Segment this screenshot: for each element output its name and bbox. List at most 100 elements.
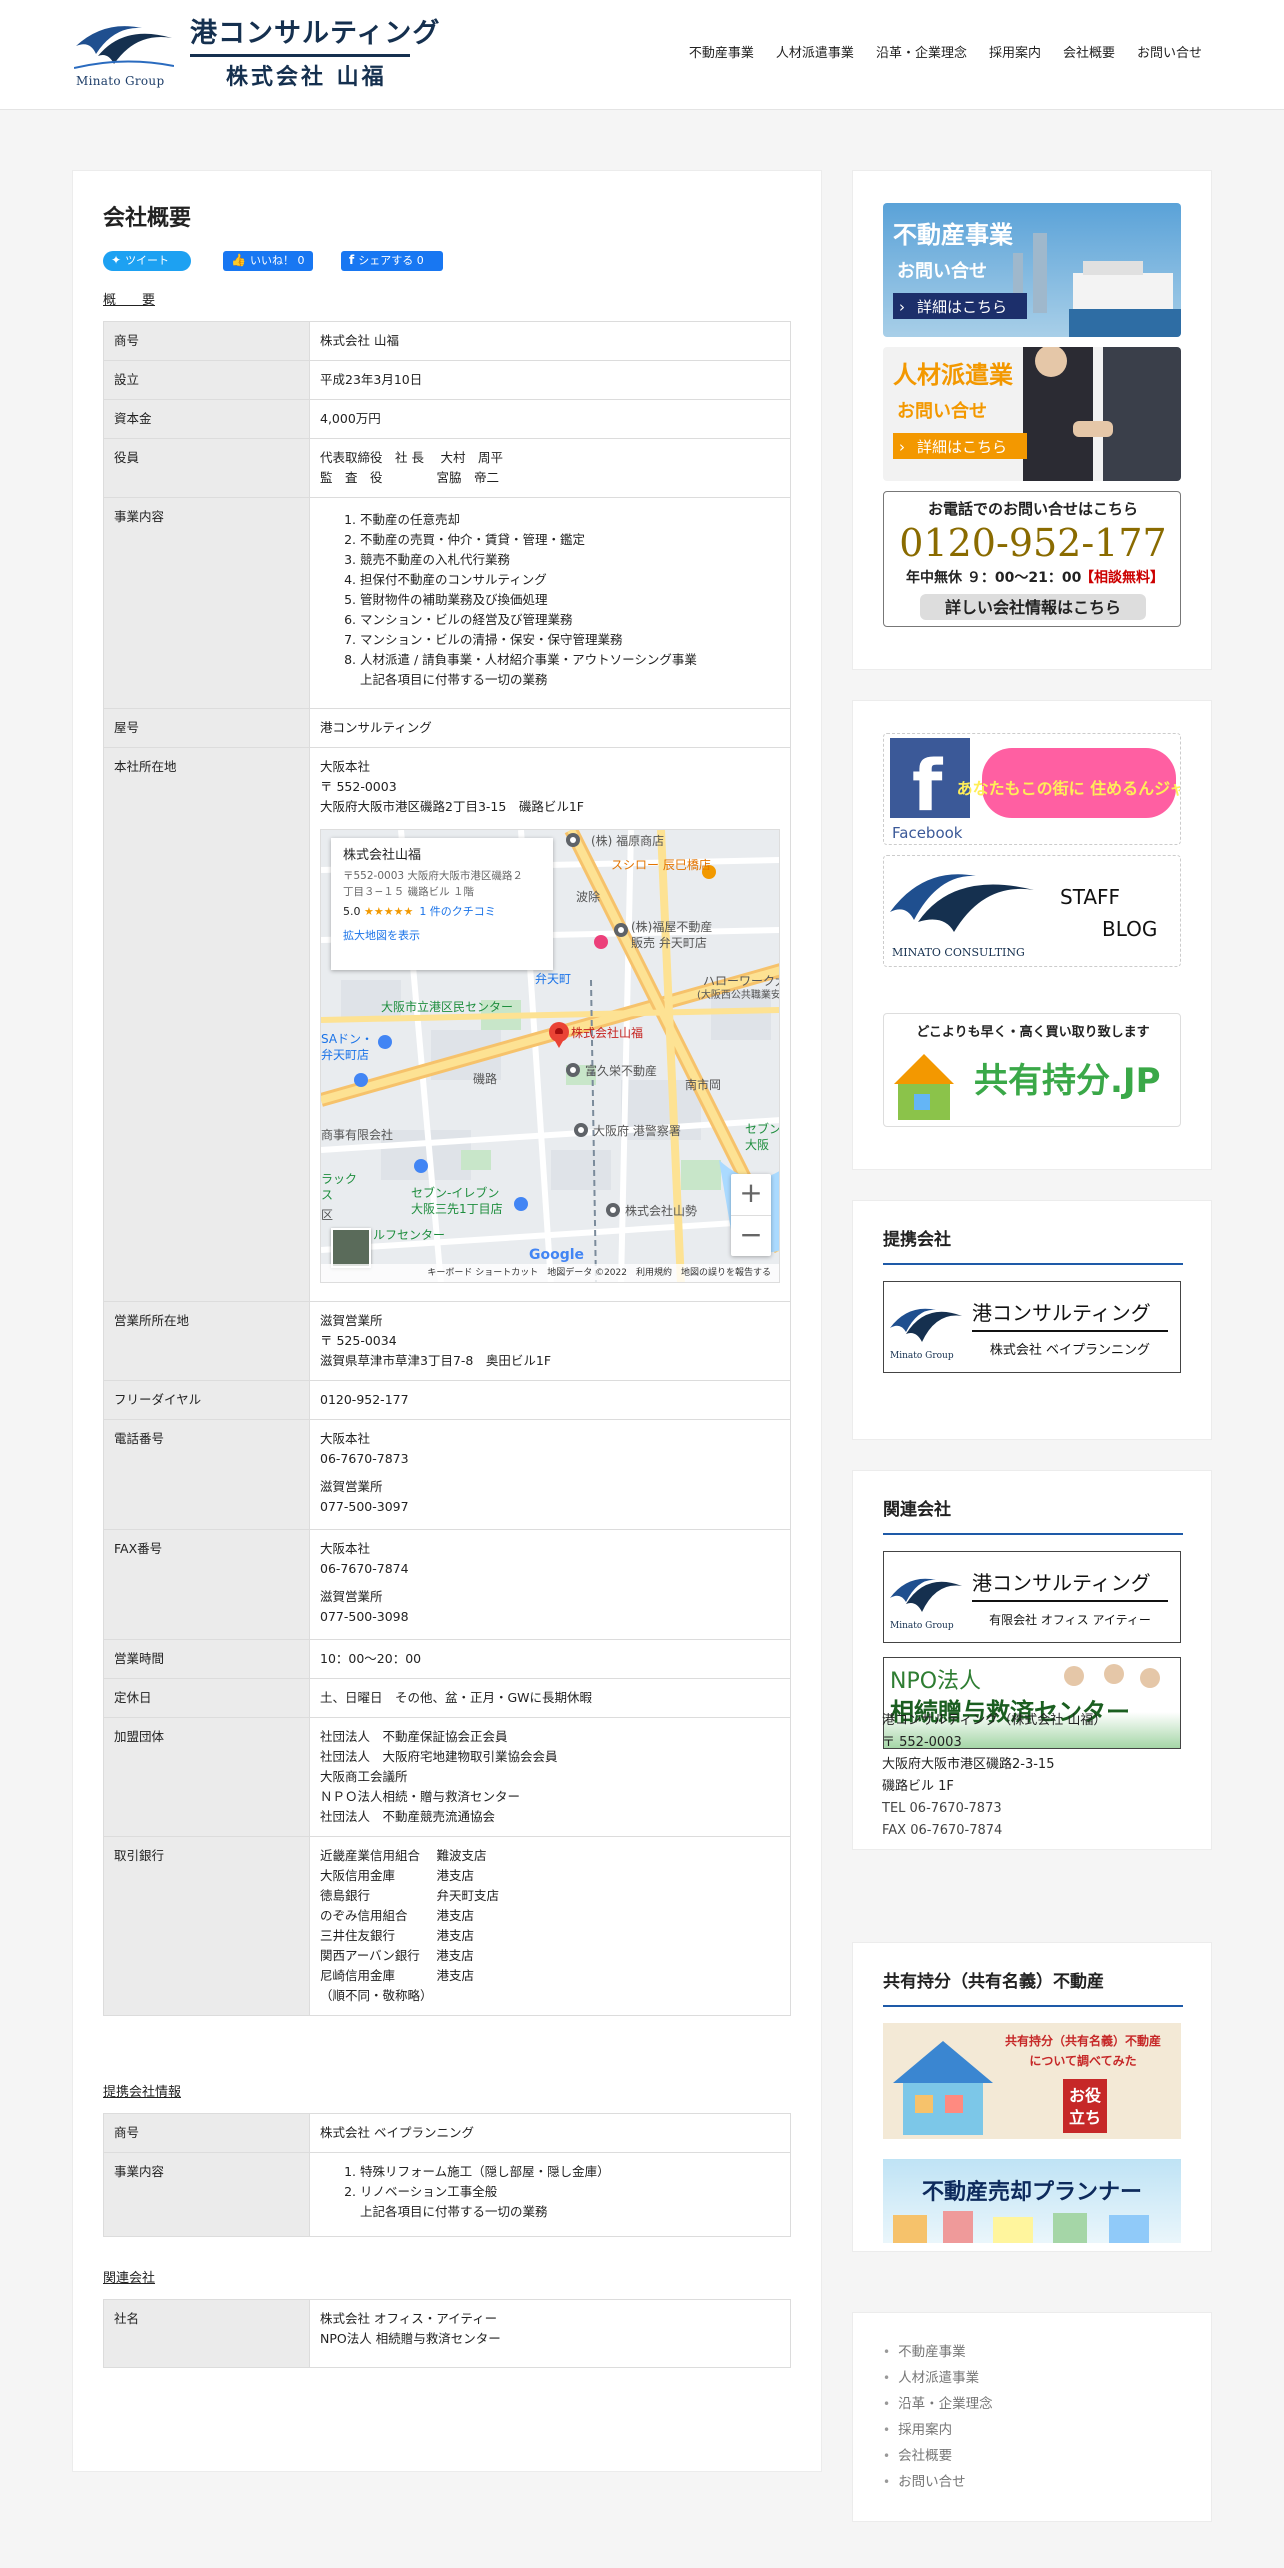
table-row: 営業時間 10：00～20：00	[103, 1639, 791, 1679]
site-header: Minato Group 港コンサルティング 株式会社 山福 不動産事業 人材派…	[0, 0, 1284, 110]
address-line: 磯路ビル 1F	[882, 1779, 954, 1794]
nav-fudosan[interactable]: 不動産事業	[689, 44, 754, 65]
org-line: 社団法人 大阪府宅地建物取引業協会会員	[320, 1749, 558, 1764]
facebook-banner[interactable]: f Facebook あなたもこの街に 住めるんジャー	[883, 733, 1181, 845]
company-line: 株式会社 オフィス・アイティー	[320, 2311, 498, 2326]
tweet-button[interactable]: ✦ ツイート	[103, 251, 191, 271]
section-related-title[interactable]: 関連会社	[103, 2269, 155, 2290]
row-value: 株式会社 オフィス・アイティー NPO法人 相続贈与救済センター	[309, 2299, 791, 2368]
reviews-link[interactable]: 1 件のクチコミ	[419, 905, 496, 918]
menu-item-gaiyo[interactable]: 会社概要	[883, 2443, 993, 2469]
row-label: FAX番号	[103, 1529, 310, 1640]
fax-number: 06-7670-7874	[320, 1561, 409, 1576]
row-label: 資本金	[103, 399, 310, 439]
menu-item-enkaku[interactable]: 沿革・企業理念	[883, 2391, 993, 2417]
map-label: 大阪府 港警察署	[593, 1124, 681, 1138]
nav-saiyo[interactable]: 採用案内	[989, 44, 1041, 65]
jinzai-banner[interactable]: 人材派遣業 お問い合せ › 詳細はこちら	[883, 347, 1181, 481]
phone-hours: 年中無休 ９：00～21：00	[906, 569, 1082, 586]
row-value: 特殊リフォーム施工（隠し部屋・隠し金庫） リノベーション工事全般 上記各項目に付…	[309, 2152, 791, 2237]
list-item: 担保付不動産のコンサルティング	[360, 570, 780, 590]
place-address: 丁目３−１５ 磯路ビル １階	[343, 886, 474, 898]
nav-contact[interactable]: お問い合せ	[1137, 44, 1202, 65]
kyoyu-jp-banner[interactable]: どこよりも早く・高く買い取り致します 共有持分.JP	[883, 1013, 1181, 1127]
like-label: いいね！ 0	[249, 254, 305, 268]
section-partner-title[interactable]: 提携会社情報	[103, 2083, 181, 2104]
map-label: 大阪市立港区民センター	[381, 1000, 514, 1014]
table-row: 加盟団体 社団法人 不動産保証協会正会員 社団法人 大阪府宅地建物取引業協会会員…	[103, 1717, 791, 1837]
address-line: 〒 525-0034	[320, 1333, 397, 1348]
bayplanning-logo[interactable]: Minato Group 港コンサルティング 株式会社 ベイプランニング	[883, 1281, 1181, 1373]
phone-number: 077-500-3097	[320, 1499, 409, 1514]
page-title: 会社概要	[103, 206, 192, 231]
contact-banners-widget: 不動産事業 お問い合せ › 詳細はこちら 人材派遣業 お問い合せ › 詳細はこち…	[852, 170, 1212, 670]
row-value: 大阪本社 〒 552-0003 大阪府大阪市港区磯路2丁目3-15 磯路ビル1F	[309, 747, 791, 1302]
menu-item-saiyo[interactable]: 採用案内	[883, 2417, 993, 2443]
kyoyu-article-banner[interactable]: 共有持分（共有名義）不動産 について調べてみた お役 立ち	[883, 2023, 1181, 2139]
google-map[interactable]: (株) 福原商店 スシロー 辰巳橋店 波除 (株)福屋不動産 販売 弁天町店 ハ…	[320, 829, 780, 1283]
article-subtitle: について調べてみた	[1029, 2053, 1136, 2068]
fax-number: 077-500-3098	[320, 1609, 409, 1624]
baikyaku-planner-banner[interactable]: 不動産売却プランナー	[883, 2159, 1181, 2243]
row-label: フリーダイヤル	[103, 1380, 310, 1420]
phone-number: 0120-952-177	[899, 521, 1166, 565]
business-note: 上記各項目に付帯する一切の業務	[360, 672, 548, 687]
phone-title: お電話でのお問い合せはこちら	[928, 500, 1138, 518]
menu-item-fudosan[interactable]: 不動産事業	[883, 2339, 993, 2365]
widget-title: 提携会社	[883, 1230, 951, 1250]
list-item: 特殊リフォーム施工（隠し部屋・隠し金庫）	[360, 2162, 780, 2182]
row-label: 商号	[103, 2113, 310, 2153]
staff-blog-banner[interactable]: STAFF BLOG MINATO CONSULTING	[883, 855, 1181, 967]
map-label: 大阪三先1丁目店	[411, 1202, 503, 1216]
map-label: 販売 弁天町店	[631, 936, 707, 950]
nav-enkaku[interactable]: 沿革・企業理念	[876, 44, 967, 65]
fudosan-banner[interactable]: 不動産事業 お問い合せ › 詳細はこちら	[883, 203, 1181, 337]
enlarge-map-link[interactable]: 拡大地図を表示	[343, 928, 541, 944]
list-item: マンション・ビルの経営及び管理業務	[360, 610, 780, 630]
row-value: 土、日曜日 その他、盆・正月・GWに長期休暇	[309, 1678, 791, 1718]
footer-menu: 不動産事業 人材派遣事業 沿革・企業理念 採用案内 会社概要 お問い合せ	[883, 2339, 993, 2495]
business-list: 不動産の任意売却 不動産の売買・仲介・賃貸・管理・鑑定 競売不動産の入札代行業務…	[320, 510, 780, 670]
facebook-share-button[interactable]: f シェアする 0	[341, 251, 443, 271]
planner-title: 不動産売却プランナー	[922, 2179, 1142, 2205]
menu-item-jinzai[interactable]: 人材派遣事業	[883, 2365, 993, 2391]
like-button[interactable]: 👍 いいね！ 0	[223, 251, 313, 271]
nav-jinzai[interactable]: 人材派遣事業	[776, 44, 854, 65]
phone-button: 詳しい会社情報はこちら	[945, 598, 1121, 617]
row-label: 取引銀行	[103, 1836, 310, 2016]
site-logo[interactable]: Minato Group 港コンサルティング 株式会社 山福	[74, 12, 439, 94]
main-nav: 不動産事業 人材派遣事業 沿革・企業理念 採用案内 会社概要 お問い合せ	[689, 44, 1202, 65]
widget-title: 関連会社	[883, 1500, 951, 1520]
satellite-toggle-icon[interactable]	[331, 1228, 371, 1268]
bank-line: 徳島銀行 弁天町支店	[320, 1888, 499, 1903]
table-row: 商号 株式会社 山福	[103, 321, 791, 361]
menu-item-contact[interactable]: お問い合せ	[883, 2469, 993, 2495]
address-line: 大阪府大阪市港区磯路2-3-15	[882, 1757, 1055, 1772]
row-label: 社名	[103, 2299, 310, 2368]
bank-line: のぞみ信用組合 港支店	[320, 1908, 474, 1923]
map-label: 株式会社山勢	[625, 1204, 698, 1218]
map-label: 波除	[576, 890, 601, 904]
partner-business-note: 上記各項目に付帯する一切の業務	[360, 2204, 548, 2219]
address-line: 大阪本社	[320, 759, 371, 774]
facebook-label: Facebook	[892, 824, 963, 842]
table-row: 本社所在地 大阪本社 〒 552-0003 大阪府大阪市港区磯路2丁目3-15 …	[103, 747, 791, 1302]
nav-gaiyo[interactable]: 会社概要	[1063, 44, 1115, 65]
map-place-card: 株式会社山福 〒552-0003 大阪府大阪市港区磯路２ 丁目３−１５ 磯路ビル…	[331, 838, 553, 970]
staff-label: STAFF	[1060, 885, 1120, 909]
facebook-banner-art: f Facebook あなたもこの街に 住めるんジャー	[890, 738, 1180, 842]
phone-banner[interactable]: お電話でのお問い合せはこちら 0120-952-177 年中無休 ９：00～21…	[883, 491, 1181, 627]
zoom-out-button[interactable]: −	[731, 1215, 771, 1256]
map-label: ス	[321, 1188, 334, 1202]
map-marker-label[interactable]: 株式会社山福	[571, 1024, 643, 1043]
place-address: 〒552-0003 大阪府大阪市港区磯路２	[343, 870, 523, 882]
related-table: 社名 株式会社 オフィス・アイティー NPO法人 相続贈与救済センター	[103, 2299, 791, 2368]
address-line: FAX 06-7670-7874	[882, 1823, 1003, 1838]
office-name: 滋賀営業所	[320, 1589, 383, 1604]
logo-group-text: Minato Group	[890, 1621, 954, 1631]
kyoyu-tagline: どこよりも早く・高く買い取り致します	[916, 1024, 1149, 1040]
map-footer[interactable]: キーボード ショートカット 地図データ ©2022 利用規約 地図の誤りを報告す…	[321, 1264, 779, 1282]
zoom-in-button[interactable]: +	[731, 1174, 771, 1215]
office-it-logo[interactable]: Minato Group 港コンサルティング 有限会社 オフィス アイティー	[883, 1551, 1181, 1643]
